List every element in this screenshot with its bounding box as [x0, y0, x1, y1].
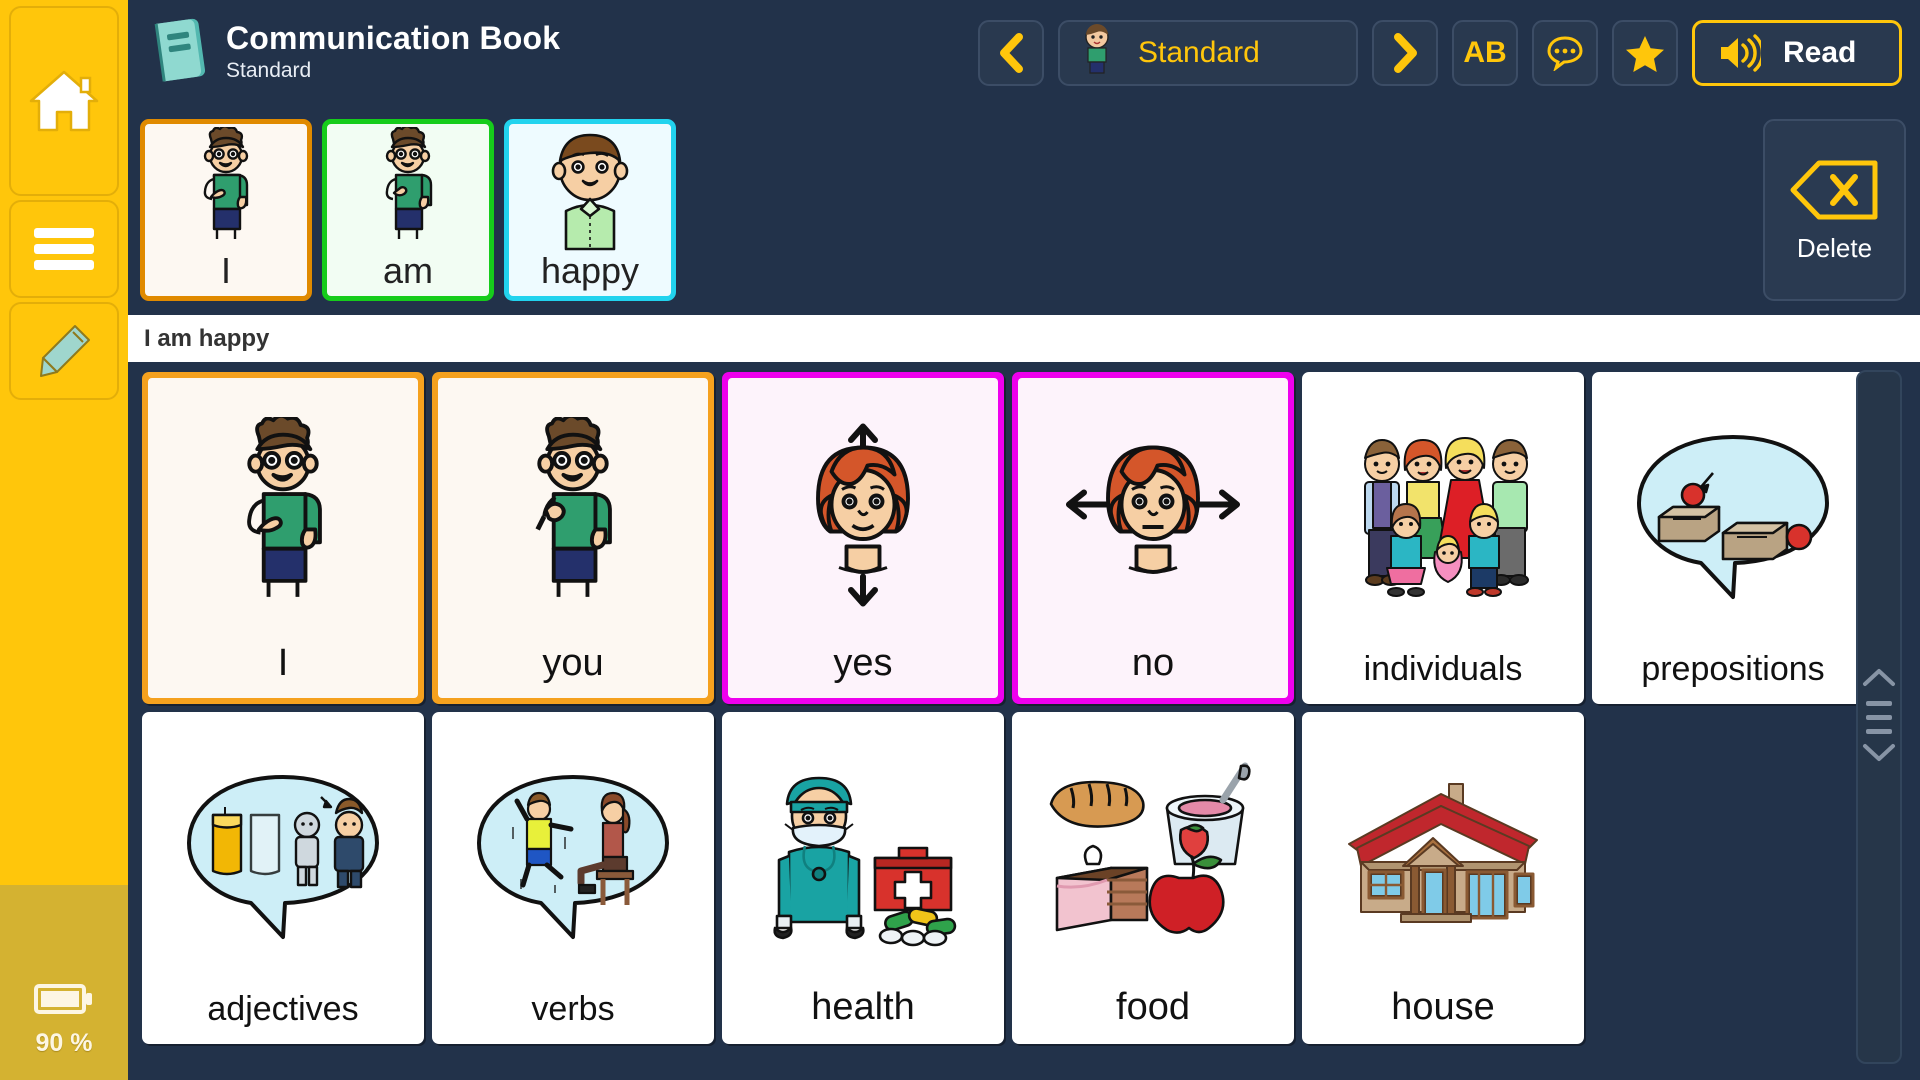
grid-cell-label: you [542, 642, 604, 685]
left-sidebar: 90 % [0, 0, 128, 1080]
battery-level-label: 90 % [35, 1029, 93, 1057]
phrases-button[interactable] [1532, 19, 1598, 86]
sentence-tile-label: happy [540, 250, 640, 292]
happy-boy-face-icon [509, 124, 671, 252]
sentence-tile-label: am [382, 250, 433, 292]
sentence-text-bar[interactable]: I am happy [128, 315, 1920, 362]
grid-scrollbar[interactable] [1856, 370, 1902, 1064]
avatar-icon [1082, 23, 1112, 82]
grid-cell-verbs[interactable]: verbs [432, 712, 714, 1044]
aac-app-window: 90 % Communication Book Standard Standar… [0, 0, 1920, 1080]
sidebar-item-menu[interactable] [9, 200, 119, 298]
bread-yogurt-cake-apple-icon [1014, 714, 1292, 988]
boy-pointing-self-icon [148, 378, 418, 644]
grid-cell-health[interactable]: health [722, 712, 1004, 1044]
grid-cell-label: health [811, 986, 915, 1029]
sentence-tile[interactable]: am [322, 119, 494, 301]
backspace-delete-icon [1790, 160, 1877, 219]
app-header: Communication Book Standard Standard AB … [128, 0, 1920, 105]
keyboard-button[interactable]: AB [1452, 19, 1518, 86]
speaker-icon [1721, 33, 1761, 72]
sidebar-item-edit[interactable] [9, 302, 119, 400]
grid-cell-house[interactable]: house [1302, 712, 1584, 1044]
grid-cell-individuals[interactable]: individuals [1302, 372, 1584, 704]
boy-pointing-self-icon [327, 124, 489, 252]
grip-lines-icon[interactable] [1866, 700, 1892, 734]
battery-status: 90 % [0, 885, 128, 1080]
star-icon [1626, 35, 1664, 72]
pencil-icon [33, 320, 95, 382]
profile-selector-button[interactable]: Standard [1058, 19, 1358, 86]
family-group-icon [1304, 374, 1582, 652]
sentence-tile-label: I [220, 250, 231, 292]
grid-cell-i[interactable]: I [142, 372, 424, 704]
speech-bubble-compare-icon [144, 714, 422, 992]
grid-cell-label: prepositions [1641, 650, 1825, 689]
symbol-grid: I you yes no individuals prepositions ad… [142, 372, 1874, 1080]
speech-bubble-boxes-icon [1594, 374, 1872, 652]
grid-cell-food[interactable]: food [1012, 712, 1294, 1044]
main-pane: Communication Book Standard Standard AB … [128, 0, 1920, 1080]
chevron-left-icon [1000, 32, 1023, 73]
next-page-button[interactable] [1372, 19, 1438, 86]
chevron-right-icon [1394, 32, 1417, 73]
header-toolbar: Standard AB Read [978, 19, 1902, 86]
grid-cell-label: food [1116, 986, 1190, 1029]
grid-cell-label: I [277, 642, 289, 685]
grid-cell-label: yes [833, 642, 893, 685]
hamburger-menu-icon [32, 225, 96, 273]
boy-pointing-forward-icon [438, 378, 708, 644]
page-subtitle: Standard [226, 59, 312, 83]
sentence-tile[interactable]: happy [504, 119, 676, 301]
girl-shaking-head-no-icon [1018, 378, 1288, 644]
sidebar-item-home[interactable] [9, 6, 119, 196]
house-red-roof-icon [1304, 714, 1582, 988]
read-button-label: Read [1783, 35, 1857, 69]
sentence-tile[interactable]: I [140, 119, 312, 301]
profile-name-label: Standard [1138, 35, 1260, 69]
sentence-text: I am happy [144, 324, 270, 352]
girl-nodding-yes-icon [728, 378, 998, 644]
chevron-up-icon[interactable] [1862, 667, 1896, 692]
delete-button-label: Delete [1796, 232, 1873, 263]
battery-icon [34, 982, 94, 1021]
page-title: Communication Book [226, 19, 561, 56]
sentence-strip: I am happy Delete [128, 105, 1920, 315]
keyboard-ab-label: AB [1463, 35, 1507, 69]
grid-cell-you[interactable]: you [432, 372, 714, 704]
boy-pointing-self-icon [145, 124, 307, 252]
grid-cell-adjectives[interactable]: adjectives [142, 712, 424, 1044]
grid-cell-label: verbs [531, 990, 615, 1029]
symbol-grid-area: I you yes no individuals prepositions ad… [128, 362, 1920, 1080]
read-button[interactable]: Read [1692, 19, 1902, 86]
favorites-button[interactable] [1612, 19, 1678, 86]
speech-bubble-icon [1547, 35, 1583, 71]
speech-bubble-actions-icon [434, 714, 712, 992]
delete-button[interactable]: Delete [1763, 119, 1906, 301]
previous-page-button[interactable] [978, 19, 1044, 86]
grid-cell-yes[interactable]: yes [722, 372, 1004, 704]
grid-cell-label: house [1391, 986, 1495, 1029]
grid-cell-label: no [1131, 642, 1175, 685]
grid-cell-label: individuals [1363, 650, 1523, 689]
book-icon [150, 15, 208, 90]
home-icon [27, 68, 101, 134]
grid-cell-label: adjectives [207, 990, 359, 1029]
grid-cell-prepositions[interactable]: prepositions [1592, 372, 1874, 704]
grid-cell-no[interactable]: no [1012, 372, 1294, 704]
doctor-first-aid-icon [724, 714, 1002, 988]
chevron-down-icon[interactable] [1862, 743, 1896, 768]
